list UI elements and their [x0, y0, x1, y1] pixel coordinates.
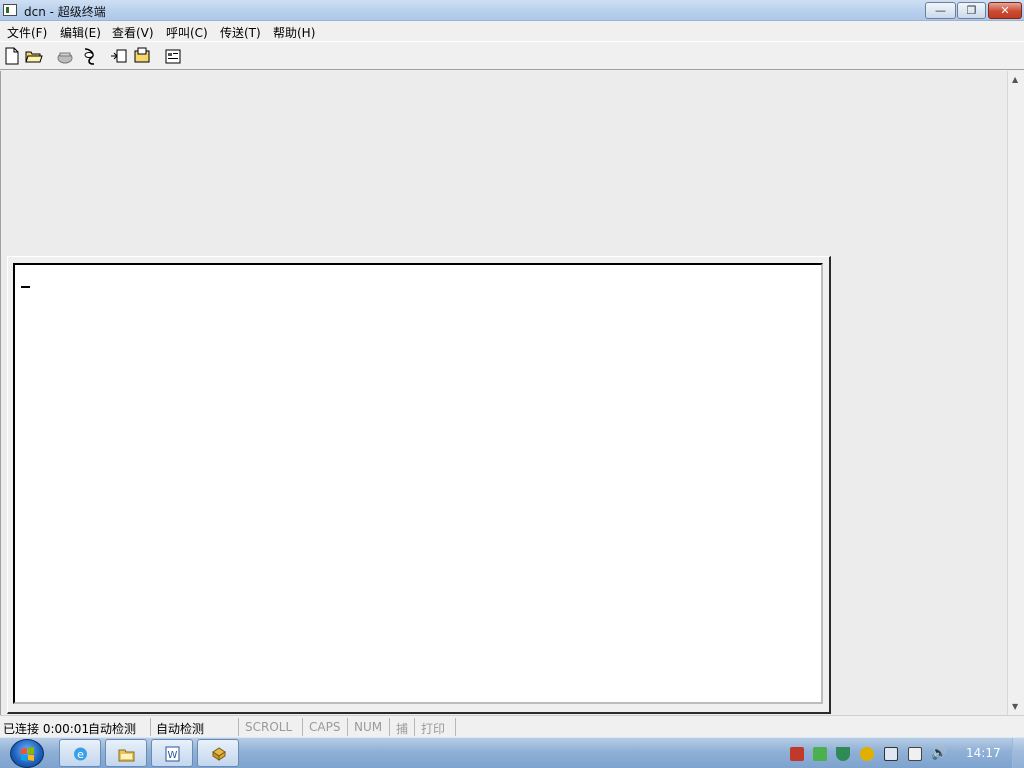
svg-text:e: e	[77, 748, 84, 761]
status-connection: 已连接 0:00:01	[3, 722, 90, 736]
minimize-button[interactable]: —	[925, 2, 956, 19]
taskbar-word-button[interactable]: W	[151, 739, 193, 767]
hyperterminal-icon	[212, 747, 226, 761]
status-capture: 捕	[396, 722, 409, 736]
network-icon[interactable]	[908, 747, 922, 761]
status-caps: CAPS	[309, 720, 341, 734]
start-button[interactable]	[10, 739, 44, 768]
close-button[interactable]: ✕	[988, 2, 1022, 19]
internet-explorer-icon: e	[74, 747, 87, 761]
status-scroll: SCROLL	[245, 720, 293, 734]
status-bar: 已连接 0:00:01 自动检测 自动检测 SCROLL CAPS NUM 捕 …	[0, 715, 1024, 737]
device-icon[interactable]	[884, 747, 898, 761]
menu-transfer[interactable]: 传送(T)	[220, 24, 261, 41]
network-monitor-icon[interactable]	[790, 747, 804, 761]
word-icon: W	[165, 746, 180, 762]
volume-icon[interactable]: 🔊	[931, 747, 947, 761]
menu-file[interactable]: 文件(F)	[7, 24, 47, 41]
new-document-icon[interactable]	[3, 47, 21, 65]
status-detect-2: 自动检测	[156, 722, 205, 736]
scroll-down-icon[interactable]: ▼	[1012, 702, 1018, 711]
status-divider	[455, 718, 456, 736]
menu-edit[interactable]: 编辑(E)	[60, 24, 101, 41]
windows-logo-icon	[21, 747, 34, 761]
status-num: NUM	[354, 720, 383, 734]
open-folder-icon[interactable]	[25, 47, 43, 65]
status-detect-1: 自动检测	[88, 722, 137, 736]
app-icon[interactable]	[3, 4, 17, 16]
receive-file-icon[interactable]	[133, 47, 151, 65]
title-bar[interactable]: dcn - 超级终端 — ❐ ✕	[0, 0, 1024, 21]
menu-call[interactable]: 呼叫(C)	[166, 24, 208, 41]
status-print: 打印	[421, 722, 446, 736]
status-divider	[389, 718, 390, 736]
taskbar-hyperterminal-button[interactable]	[197, 739, 239, 767]
status-divider	[302, 718, 303, 736]
menu-bar: 文件(F) 编辑(E) 查看(V) 呼叫(C) 传送(T) 帮助(H)	[0, 21, 1024, 41]
menu-help[interactable]: 帮助(H)	[273, 24, 315, 41]
terminal-screen[interactable]	[13, 263, 823, 704]
antivirus-shield-icon[interactable]	[836, 747, 850, 761]
vertical-scrollbar[interactable]: ▲ ▼	[1007, 71, 1024, 715]
call-phone-icon[interactable]	[56, 47, 74, 65]
text-cursor	[21, 286, 30, 288]
scroll-up-icon[interactable]: ▲	[1012, 75, 1018, 84]
status-divider	[150, 718, 151, 736]
taskbar-ie-button[interactable]: e	[59, 739, 101, 767]
svg-text:W: W	[168, 750, 178, 761]
taskbar-clock[interactable]: 14:17	[966, 746, 1001, 760]
taskbar-explorer-button[interactable]	[105, 739, 147, 767]
status-divider	[414, 718, 415, 736]
properties-icon[interactable]	[164, 47, 182, 65]
security-status-icon[interactable]	[813, 747, 827, 761]
toolbar	[0, 41, 1024, 70]
status-divider	[347, 718, 348, 736]
send-file-icon[interactable]	[110, 47, 128, 65]
messenger-icon[interactable]	[860, 747, 874, 761]
menu-view[interactable]: 查看(V)	[112, 24, 154, 41]
window-title: dcn - 超级终端	[24, 5, 106, 19]
maximize-button[interactable]: ❐	[957, 2, 986, 19]
status-divider	[238, 718, 239, 736]
file-explorer-icon	[118, 749, 135, 762]
disconnect-icon[interactable]	[80, 47, 98, 65]
show-desktop-button[interactable]	[1012, 738, 1024, 768]
